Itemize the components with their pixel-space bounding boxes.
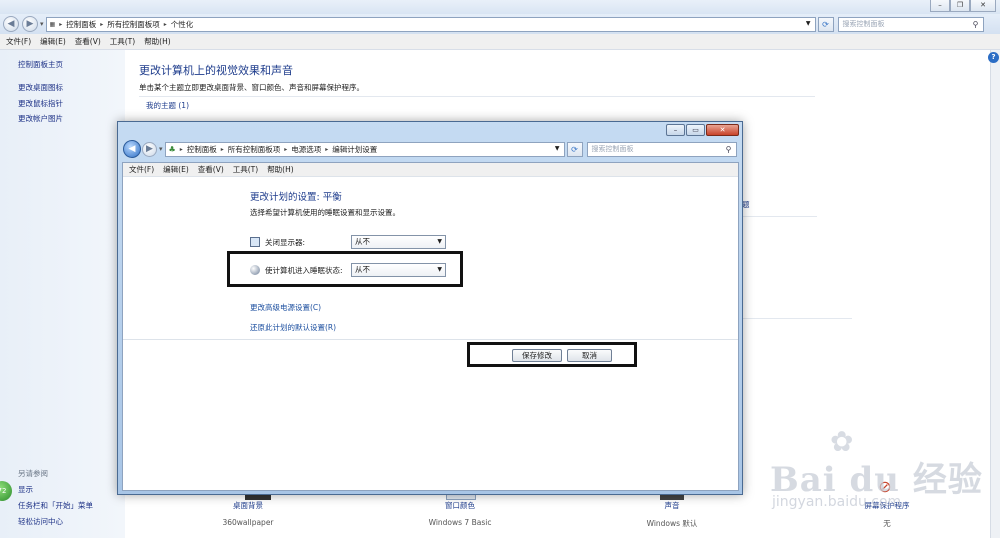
restore-defaults-link[interactable]: 还原此计划的默认设置(R) (250, 322, 336, 333)
scrollbar[interactable] (990, 50, 1000, 538)
search-input[interactable]: 搜索控制面板 ⚲ (586, 141, 737, 157)
see-also-heading: 另请参阅 (18, 469, 48, 478)
menu-tools[interactable]: 工具(T) (110, 36, 135, 47)
maximize-button[interactable]: ▭ (686, 124, 705, 136)
page-title: 更改计划的设置: 平衡 (250, 192, 342, 203)
menu-edit[interactable]: 编辑(E) (40, 36, 66, 47)
menu-file[interactable]: 文件(F) (6, 36, 31, 47)
see-also-ease-of-access[interactable]: 轻松访问中心 (18, 516, 63, 527)
watermark-url: jingyan.baidu.com (772, 494, 902, 510)
window-controls: – ▭ ✕ (665, 124, 739, 136)
forward-button[interactable]: ▶ (22, 16, 38, 32)
desktop-background-item[interactable]: 桌面背景 360wallpaper (218, 500, 278, 527)
see-also-taskbar[interactable]: 任务栏和「开始」菜单 (18, 500, 93, 511)
background-window-controls: – ❐ ✕ (930, 0, 996, 12)
address-bar[interactable]: ▦ ▸ 控制面板 ▸ 所有控制面板项 ▸ 个性化 ▼ (45, 16, 816, 32)
sound-item[interactable]: 声音 Windows 默认 (637, 500, 707, 529)
navigation-bar: ◀ ▶ ▾ ♣ ▸ 控制面板 ▸ 所有控制面板项 ▸ 电源选项 ▸ 编辑计划设置… (121, 138, 739, 160)
display-off-label: 关闭显示器: (265, 238, 306, 247)
address-dropdown-icon[interactable]: ▼ (555, 145, 560, 152)
close-button[interactable]: ✕ (970, 0, 996, 12)
sidebar-item-desktop-icons[interactable]: 更改桌面图标 (18, 82, 63, 93)
menu-help[interactable]: 帮助(H) (267, 164, 294, 175)
advanced-settings-link[interactable]: 更改高级电源设置(C) (250, 302, 321, 313)
footer-divider (123, 339, 738, 340)
page-subtitle: 单击某个主题立即更改桌面背景、窗口颜色、声音和屏幕保护程序。 (139, 83, 364, 92)
history-dropdown-icon[interactable]: ▾ (159, 145, 163, 153)
breadcrumb-item[interactable]: 个性化 (171, 19, 194, 30)
control-panel-icon: ▦ (49, 20, 56, 28)
highlight-box-buttons (467, 342, 637, 367)
search-icon[interactable]: ⚲ (726, 145, 732, 154)
menu-edit[interactable]: 编辑(E) (163, 164, 189, 175)
sidebar-item-account-picture[interactable]: 更改帐户图片 (18, 113, 63, 124)
back-button[interactable]: ◀ (3, 16, 19, 32)
history-dropdown-icon[interactable]: ▾ (40, 20, 44, 28)
refresh-button[interactable]: ⟳ (566, 141, 583, 157)
window-color-item[interactable]: 窗口颜色 Windows 7 Basic (420, 500, 500, 527)
edit-plan-settings-window: – ▭ ✕ ◀ ▶ ▾ ♣ ▸ 控制面板 ▸ 所有控制面板项 ▸ 电源选项 ▸ … (117, 121, 743, 495)
content-pane: 文件(F) 编辑(E) 查看(V) 工具(T) 帮助(H) 更改计划的设置: 平… (122, 162, 739, 491)
breadcrumb-item[interactable]: 所有控制面板项 (107, 19, 160, 30)
my-themes-heading: 我的主题 (1) (146, 101, 190, 110)
address-dropdown-icon[interactable]: ▼ (806, 20, 811, 27)
menu-help[interactable]: 帮助(H) (144, 36, 171, 47)
breadcrumb-item[interactable]: 电源选项 (291, 144, 321, 155)
breadcrumb-item[interactable]: 编辑计划设置 (332, 144, 377, 155)
breadcrumb-item[interactable]: 所有控制面板项 (228, 144, 281, 155)
menubar: 文件(F) 编辑(E) 查看(V) 工具(T) 帮助(H) (123, 163, 738, 177)
forward-button[interactable]: ▶ (142, 141, 157, 157)
breadcrumb-item[interactable]: 控制面板 (66, 19, 96, 30)
highlight-box-sleep (227, 251, 463, 287)
page-subtitle: 选择希望计算机使用的睡眠设置和显示设置。 (250, 208, 400, 217)
maximize-button[interactable]: ❐ (950, 0, 970, 12)
theme-link-fragment[interactable]: 题 (742, 199, 750, 210)
power-options-icon: ♣ (168, 144, 176, 154)
see-also-display[interactable]: 显示 (18, 484, 33, 495)
refresh-button[interactable]: ⟳ (817, 16, 834, 32)
divider (742, 216, 817, 217)
sidebar-item-mouse-pointer[interactable]: 更改鼠标指针 (18, 98, 63, 109)
page-title: 更改计算机上的视觉效果和声音 (139, 64, 293, 77)
minimize-button[interactable]: – (666, 124, 685, 136)
minimize-button[interactable]: – (930, 0, 950, 12)
search-icon[interactable]: ⚲ (973, 20, 979, 29)
close-button[interactable]: ✕ (706, 124, 739, 136)
menu-view[interactable]: 查看(V) (198, 164, 224, 175)
monitor-icon (250, 237, 260, 247)
menu-tools[interactable]: 工具(T) (233, 164, 258, 175)
theme-divider (139, 96, 815, 97)
menu-file[interactable]: 文件(F) (129, 164, 154, 175)
background-navbar: ◀ ▶ ▾ ▦ ▸ 控制面板 ▸ 所有控制面板项 ▸ 个性化 ▼ ⟳ 搜索控制面… (0, 14, 1000, 34)
back-button[interactable]: ◀ (123, 140, 141, 158)
menu-view[interactable]: 查看(V) (75, 36, 101, 47)
display-off-select[interactable]: 从不 ▼ (351, 235, 446, 249)
help-icon[interactable]: ? (988, 52, 999, 63)
breadcrumb-item[interactable]: 控制面板 (187, 144, 217, 155)
divider (742, 318, 852, 319)
background-menubar: 文件(F) 编辑(E) 查看(V) 工具(T) 帮助(H) (0, 34, 1000, 50)
search-input[interactable]: 搜索控制面板 ⚲ (837, 16, 984, 32)
chevron-down-icon: ▼ (437, 238, 442, 245)
background-titlebar: – ❐ ✕ (0, 0, 1000, 14)
sidebar-item-home[interactable]: 控制面板主页 (18, 59, 63, 70)
address-bar[interactable]: ♣ ▸ 控制面板 ▸ 所有控制面板项 ▸ 电源选项 ▸ 编辑计划设置 ▼ (164, 141, 565, 157)
